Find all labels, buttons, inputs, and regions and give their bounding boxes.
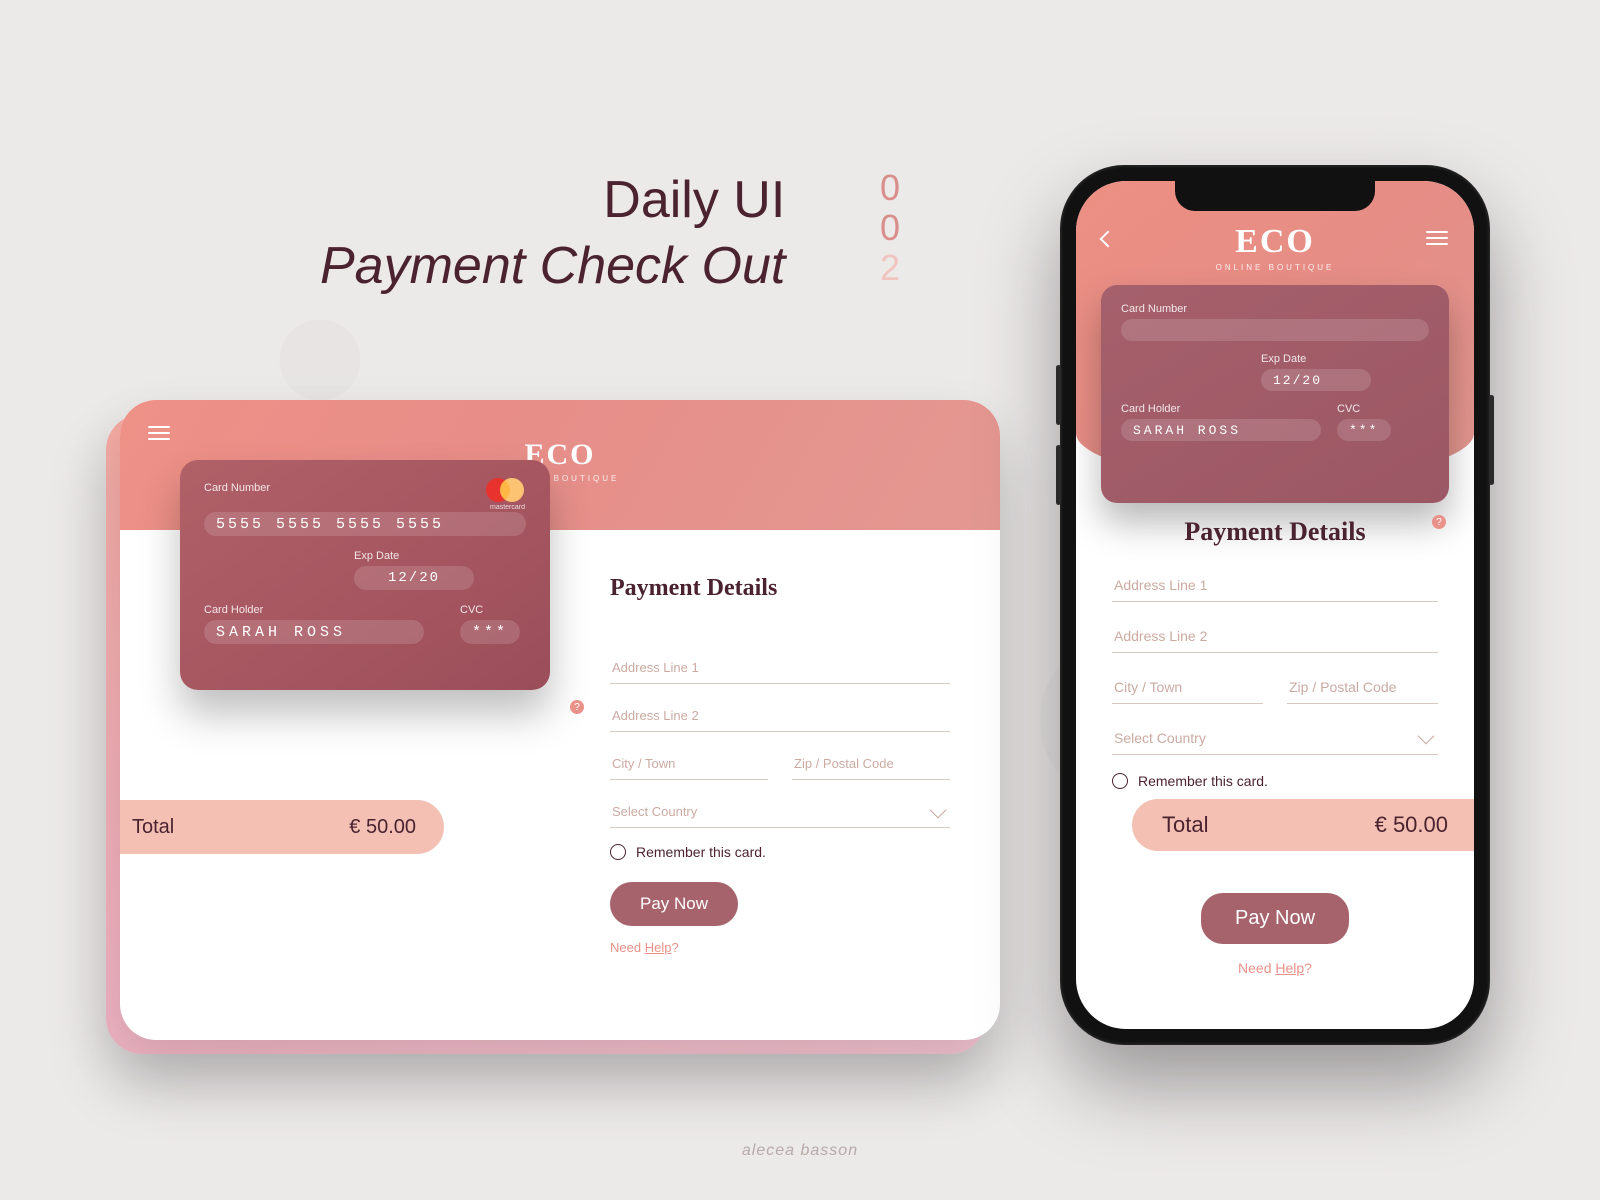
pay-now-button[interactable]: Pay Now	[610, 882, 738, 926]
address1-input[interactable]	[610, 652, 950, 684]
city-input[interactable]	[1112, 671, 1263, 704]
form-title: Payment Details	[1112, 517, 1438, 547]
card-exp-input[interactable]: 12/20	[1261, 369, 1371, 391]
card-cvc-input[interactable]: ***	[460, 620, 520, 644]
total-value: € 50.00	[349, 816, 416, 839]
hero-title: Daily UI Payment Check Out	[320, 170, 785, 296]
total-pill: Total € 50.00	[120, 800, 444, 854]
address1-input[interactable]	[1112, 569, 1438, 602]
remember-card-toggle[interactable]: Remember this card.	[1112, 773, 1438, 789]
back-icon[interactable]	[1100, 231, 1117, 248]
total-label: Total	[132, 816, 174, 839]
card-number-label: Card Number	[204, 482, 526, 494]
card-exp-input[interactable]: 12/20	[354, 566, 474, 590]
card-cvc-label: CVC	[460, 604, 520, 616]
credit-card: Card Number Exp Date 12/20 Card Holder S…	[1101, 285, 1449, 503]
credit-card: mastercard Card Number 5555 5555 5555 55…	[180, 460, 550, 690]
hero-line1: Daily UI	[320, 170, 785, 230]
card-number-label: Card Number	[1121, 303, 1429, 315]
card-number-input[interactable]	[1121, 319, 1429, 341]
question-icon[interactable]: ?	[570, 700, 584, 714]
card-holder-label: Card Holder	[1121, 403, 1321, 415]
author-credit: alecea basson	[742, 1142, 858, 1160]
card-number-input[interactable]: 5555 5555 5555 5555	[204, 512, 526, 536]
total-label: Total	[1162, 812, 1208, 838]
zip-input[interactable]	[792, 748, 950, 780]
menu-icon[interactable]	[148, 426, 170, 442]
help-text: Need Help?	[1112, 960, 1438, 976]
hero-number: 0 0 2	[880, 168, 902, 288]
zip-input[interactable]	[1287, 671, 1438, 704]
card-holder-input[interactable]: SARAH ROSS	[1121, 419, 1321, 441]
form-title: Payment Details	[610, 575, 950, 602]
help-link[interactable]: Help	[1275, 960, 1304, 976]
country-select[interactable]	[1112, 722, 1438, 755]
total-value: € 50.00	[1375, 812, 1448, 838]
payment-form: Payment Details Remember this card. Pay …	[610, 575, 950, 955]
phone-notch	[1175, 181, 1375, 211]
card-holder-label: Card Holder	[204, 604, 424, 616]
brand: ECO ONLINE BOUTIQUE	[1216, 223, 1335, 272]
address2-input[interactable]	[1112, 620, 1438, 653]
hero-line2: Payment Check Out	[320, 236, 785, 296]
card-cvc-label: CVC	[1337, 403, 1391, 415]
card-exp-label: Exp Date	[354, 550, 474, 562]
city-input[interactable]	[610, 748, 768, 780]
radio-icon	[1112, 773, 1128, 789]
card-cvc-input[interactable]: ***	[1337, 419, 1391, 441]
help-link[interactable]: Help	[645, 940, 672, 955]
phone-mock: ECO ONLINE BOUTIQUE Card Number Exp Date…	[1060, 165, 1490, 1045]
desktop-mock: ECO ONLINE BOUTIQUE mastercard Card Numb…	[120, 400, 1000, 1040]
card-exp-label: Exp Date	[1261, 353, 1371, 365]
address2-input[interactable]	[610, 700, 950, 732]
pay-now-button[interactable]: Pay Now	[1201, 893, 1349, 944]
total-pill: Total € 50.00	[1132, 799, 1474, 851]
remember-card-toggle[interactable]: Remember this card.	[610, 844, 950, 860]
radio-icon	[610, 844, 626, 860]
card-holder-input[interactable]: SARAH ROSS	[204, 620, 424, 644]
menu-icon[interactable]	[1426, 231, 1448, 249]
country-select[interactable]	[610, 796, 950, 828]
help-text: Need Help?	[610, 940, 950, 955]
